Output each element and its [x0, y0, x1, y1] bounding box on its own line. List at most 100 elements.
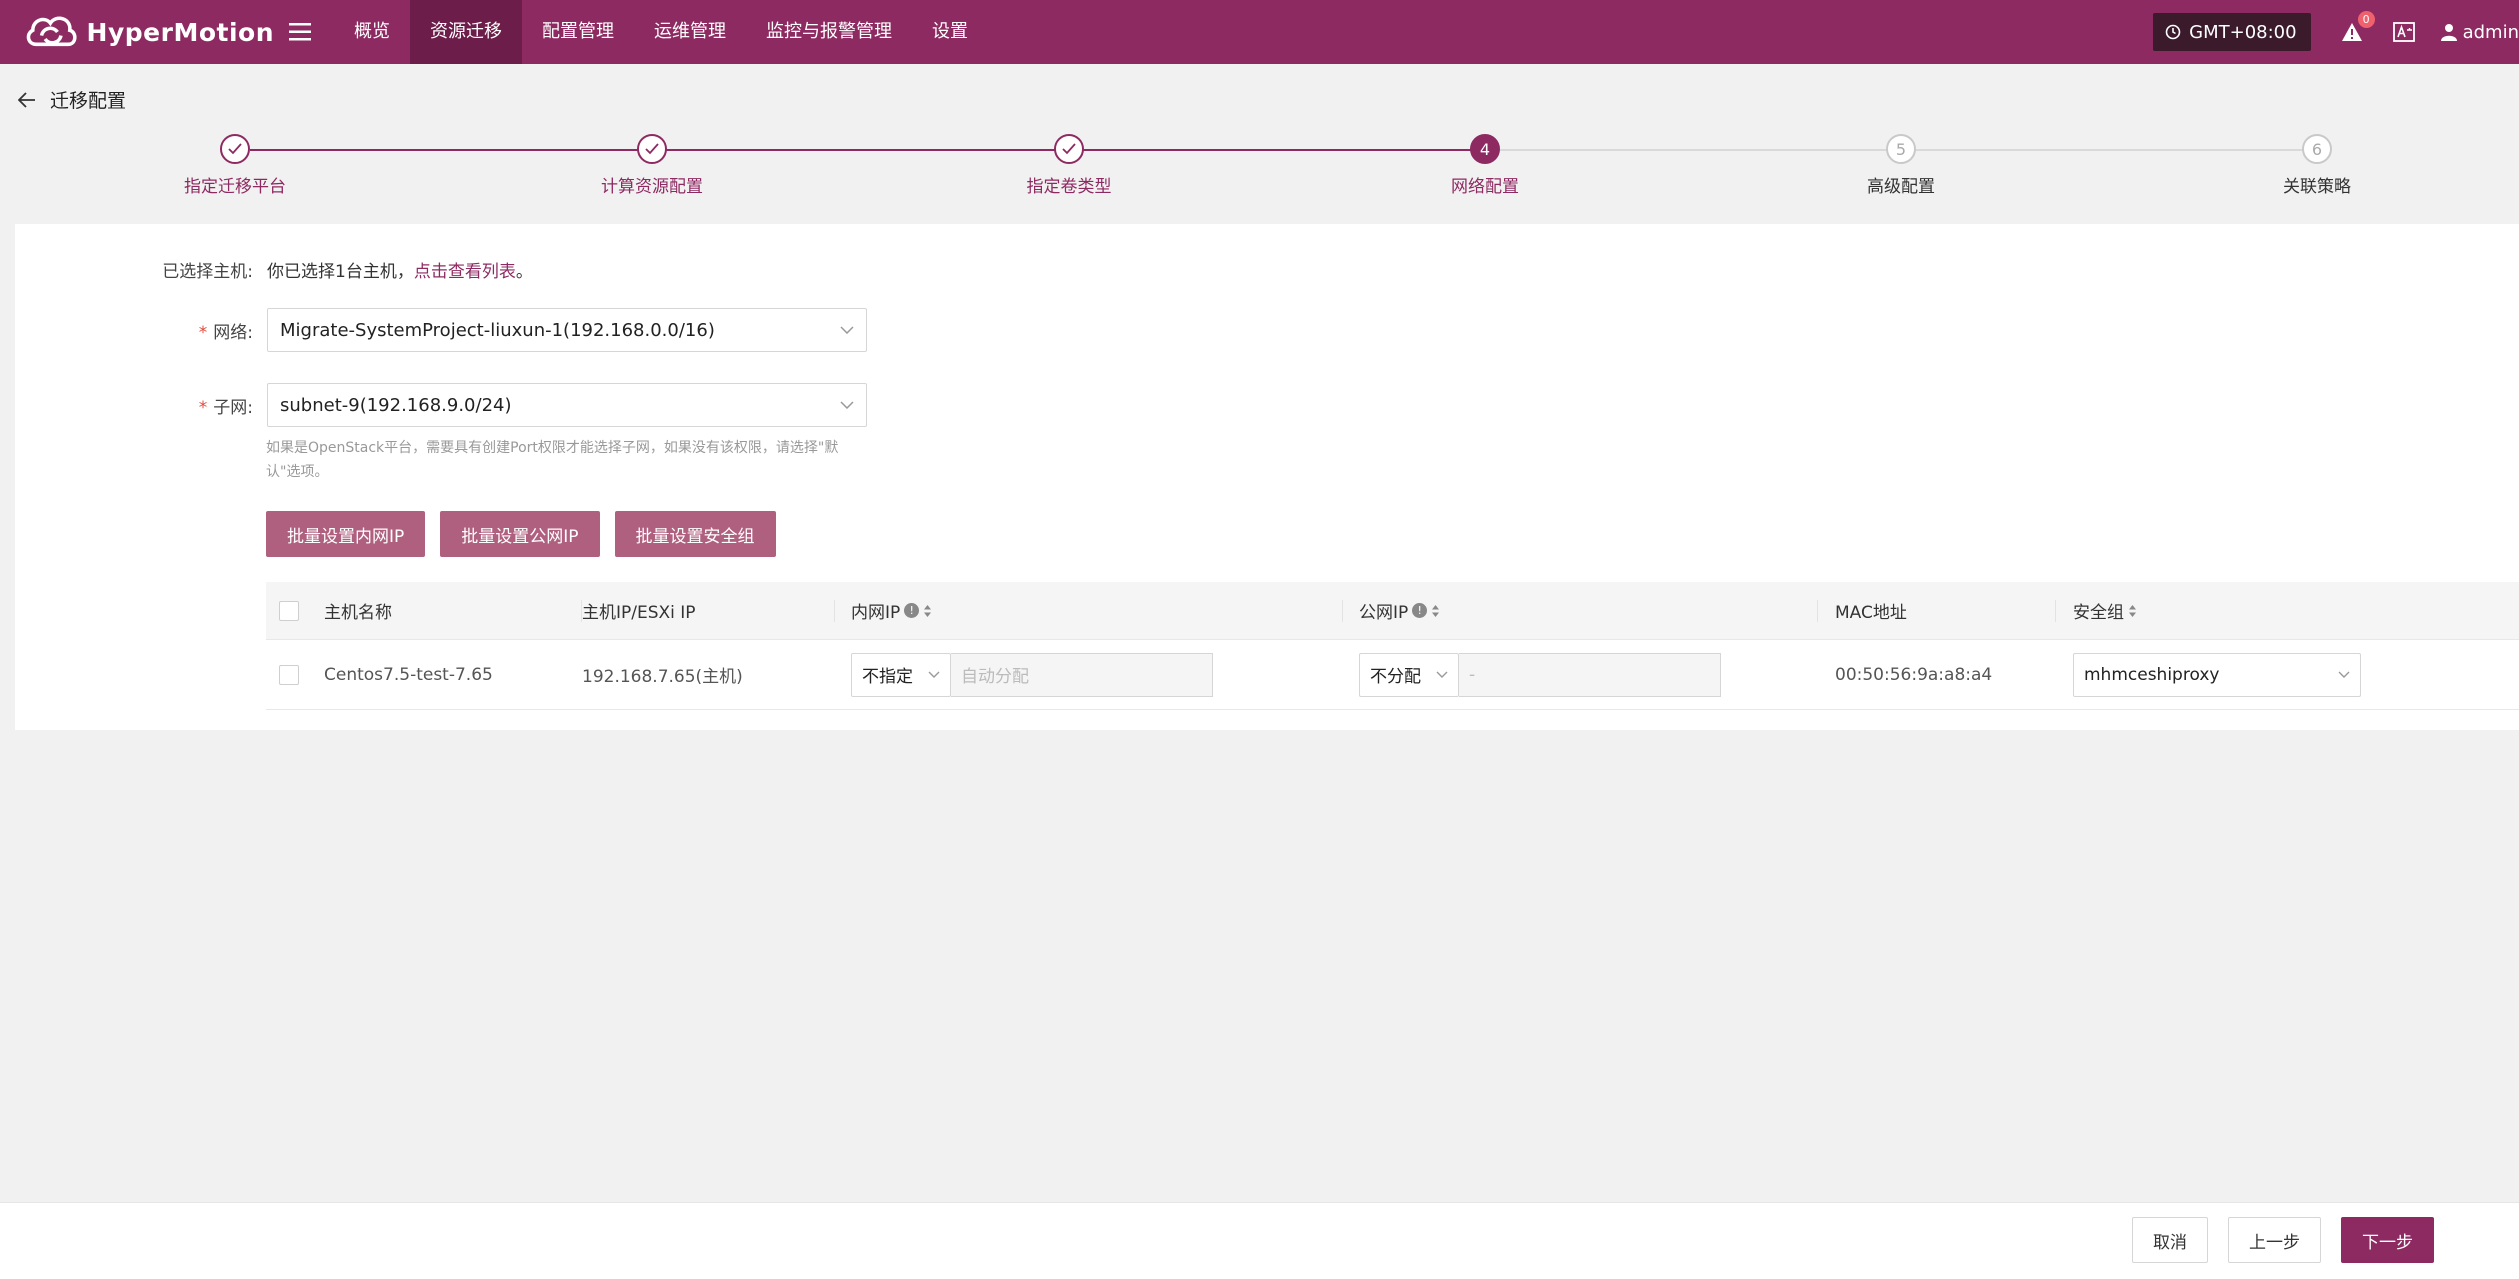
- private-ip-cell: 不指定 自动分配: [835, 640, 1343, 709]
- check-icon: [220, 134, 250, 164]
- brand-name: HyperMotion: [86, 17, 274, 47]
- table-row: Centos7.5-test-7.65 192.168.7.65(主机) 不指定…: [266, 640, 2519, 710]
- language-button[interactable]: [2389, 17, 2419, 47]
- security-group-cell: mhmceshiproxy: [2056, 640, 2519, 709]
- table-header: 主机名称 主机IP/ESXi IP 内网IP ! 公网IP ! MAC地址 安全…: [266, 582, 2519, 640]
- alert-count-badge: 0: [2357, 11, 2375, 28]
- user-menu[interactable]: admin: [2440, 21, 2519, 43]
- chevron-down-icon: [2338, 671, 2350, 678]
- info-icon[interactable]: !: [1412, 603, 1428, 618]
- timezone-label: GMT+08:00: [2189, 21, 2297, 43]
- wizard-steps: 指定迁移平台 计算资源配置 指定卷类型 4 网络配置 5 高级配置 6 关联策略: [0, 134, 2519, 204]
- hypermotion-logo-icon: [26, 16, 77, 47]
- step-3-label: 指定卷类型: [1026, 177, 1112, 197]
- nav-resource-migration[interactable]: 资源迁移: [410, 0, 522, 64]
- network-config-card: 已选择主机: 你已选择1台主机，点击查看列表。 * 网络: Migrate-Sys…: [15, 224, 2519, 730]
- step-4[interactable]: 4 网络配置: [1385, 134, 1585, 197]
- select-all-checkbox[interactable]: [279, 600, 299, 621]
- step-2[interactable]: 计算资源配置: [552, 134, 752, 197]
- chevron-down-icon: [928, 671, 940, 678]
- step-progress-line: [250, 149, 1485, 151]
- nav-settings[interactable]: 设置: [912, 0, 988, 64]
- private-ip-mode-select[interactable]: 不指定: [851, 652, 951, 697]
- col-mac: MAC地址: [1818, 582, 2056, 639]
- cancel-button[interactable]: 取消: [2132, 1217, 2208, 1263]
- host-name-cell: Centos7.5-test-7.65: [324, 664, 493, 685]
- col-host-ip: 主机IP/ESXi IP: [582, 582, 835, 639]
- timezone-button[interactable]: GMT+08:00: [2153, 13, 2311, 51]
- nav-config-management[interactable]: 配置管理: [522, 0, 634, 64]
- batch-security-group-button[interactable]: 批量设置安全组: [614, 511, 776, 557]
- page-title: 迁移配置: [50, 90, 127, 112]
- translate-icon: [2392, 22, 2415, 42]
- batch-actions: 批量设置内网IP 批量设置公网IP 批量设置安全组: [266, 511, 791, 557]
- selected-hosts-end: 。: [515, 261, 533, 282]
- step-5[interactable]: 5 高级配置: [1801, 134, 2001, 197]
- page-header: 迁移配置: [18, 86, 126, 113]
- back-arrow-icon[interactable]: [18, 91, 36, 108]
- network-label: * 网络:: [198, 322, 253, 343]
- sort-icon[interactable]: [2128, 604, 2137, 618]
- selected-hosts-row: 已选择主机: 你已选择1台主机，点击查看列表。: [15, 254, 533, 284]
- network-value: Migrate-SystemProject-liuxun-1(192.168.0…: [280, 319, 715, 341]
- main-nav: 概览 资源迁移 配置管理 运维管理 监控与报警管理 设置: [334, 0, 988, 64]
- subnet-select[interactable]: subnet-9(192.168.9.0/24): [267, 383, 867, 427]
- sort-icon[interactable]: [1431, 604, 1440, 618]
- check-icon: [1054, 134, 1084, 164]
- security-group-select[interactable]: mhmceshiproxy: [2073, 652, 2361, 697]
- step-4-label: 网络配置: [1451, 177, 1519, 197]
- step-6-label: 关联策略: [2283, 177, 2351, 197]
- info-icon[interactable]: !: [904, 603, 920, 618]
- network-row: * 网络: Migrate-SystemProject-liuxun-1(192.…: [15, 308, 867, 352]
- subnet-value: subnet-9(192.168.9.0/24): [280, 394, 512, 416]
- network-select[interactable]: Migrate-SystemProject-liuxun-1(192.168.0…: [267, 308, 867, 352]
- chevron-down-icon: [840, 401, 854, 409]
- col-public-ip[interactable]: 公网IP !: [1343, 582, 1818, 639]
- mac-cell: 00:50:56:9a:a8:a4: [1835, 664, 1993, 685]
- top-navbar: HyperMotion 概览 资源迁移 配置管理 运维管理 监控与报警管理 设置…: [0, 0, 2519, 64]
- sort-icon[interactable]: [923, 604, 932, 618]
- step-5-label: 高级配置: [1867, 177, 1935, 197]
- public-ip-cell: 不分配 -: [1343, 640, 1818, 709]
- next-step-button[interactable]: 下一步: [2341, 1217, 2434, 1263]
- view-host-list-link[interactable]: 点击查看列表: [414, 262, 516, 282]
- step-2-label: 计算资源配置: [601, 177, 703, 197]
- subnet-hint: 如果是OpenStack平台，需要具有创建Port权限才能选择子网，如果没有该权…: [266, 440, 839, 480]
- chevron-down-icon: [840, 326, 854, 334]
- col-security-group[interactable]: 安全组: [2056, 582, 2519, 639]
- selected-hosts-text: 你已选择1台主机，: [267, 261, 414, 282]
- public-ip-input[interactable]: -: [1459, 652, 1721, 697]
- logo[interactable]: HyperMotion: [24, 8, 274, 56]
- alert-button[interactable]: 0: [2337, 11, 2375, 47]
- menu-toggle-icon[interactable]: [280, 12, 320, 52]
- col-host-name: 主机名称: [324, 582, 582, 639]
- batch-public-ip-button[interactable]: 批量设置公网IP: [440, 511, 600, 557]
- row-checkbox[interactable]: [279, 664, 299, 685]
- step-6-number: 6: [2302, 134, 2332, 164]
- nav-monitoring-alerts[interactable]: 监控与报警管理: [746, 0, 912, 64]
- subnet-row: * 子网: subnet-9(192.168.9.0/24): [15, 383, 867, 427]
- step-1[interactable]: 指定迁移平台: [135, 134, 335, 197]
- host-ip-cell: 192.168.7.65(主机): [582, 667, 743, 687]
- public-ip-mode-select[interactable]: 不分配: [1359, 652, 1459, 697]
- step-5-number: 5: [1886, 134, 1916, 164]
- private-ip-input[interactable]: 自动分配: [951, 652, 1213, 697]
- step-6[interactable]: 6 关联策略: [2217, 134, 2417, 197]
- row-checkbox-cell: [266, 640, 324, 709]
- subnet-label: * 子网:: [198, 397, 253, 418]
- chevron-down-icon: [1436, 671, 1448, 678]
- step-4-number: 4: [1470, 134, 1500, 164]
- nav-overview[interactable]: 概览: [334, 0, 410, 64]
- host-network-table: 主机名称 主机IP/ESXi IP 内网IP ! 公网IP ! MAC地址 安全…: [266, 582, 2519, 710]
- step-1-label: 指定迁移平台: [184, 177, 286, 197]
- prev-step-button[interactable]: 上一步: [2228, 1217, 2321, 1263]
- clock-icon: [2165, 24, 2181, 40]
- batch-private-ip-button[interactable]: 批量设置内网IP: [266, 511, 426, 557]
- footer-bar: 取消 上一步 下一步: [0, 1202, 2519, 1279]
- nav-ops-management[interactable]: 运维管理: [634, 0, 746, 64]
- step-3[interactable]: 指定卷类型: [969, 134, 1169, 197]
- username: admin: [2462, 21, 2519, 43]
- col-private-ip[interactable]: 内网IP !: [835, 582, 1343, 639]
- user-icon: [2440, 24, 2457, 41]
- check-icon: [637, 134, 667, 164]
